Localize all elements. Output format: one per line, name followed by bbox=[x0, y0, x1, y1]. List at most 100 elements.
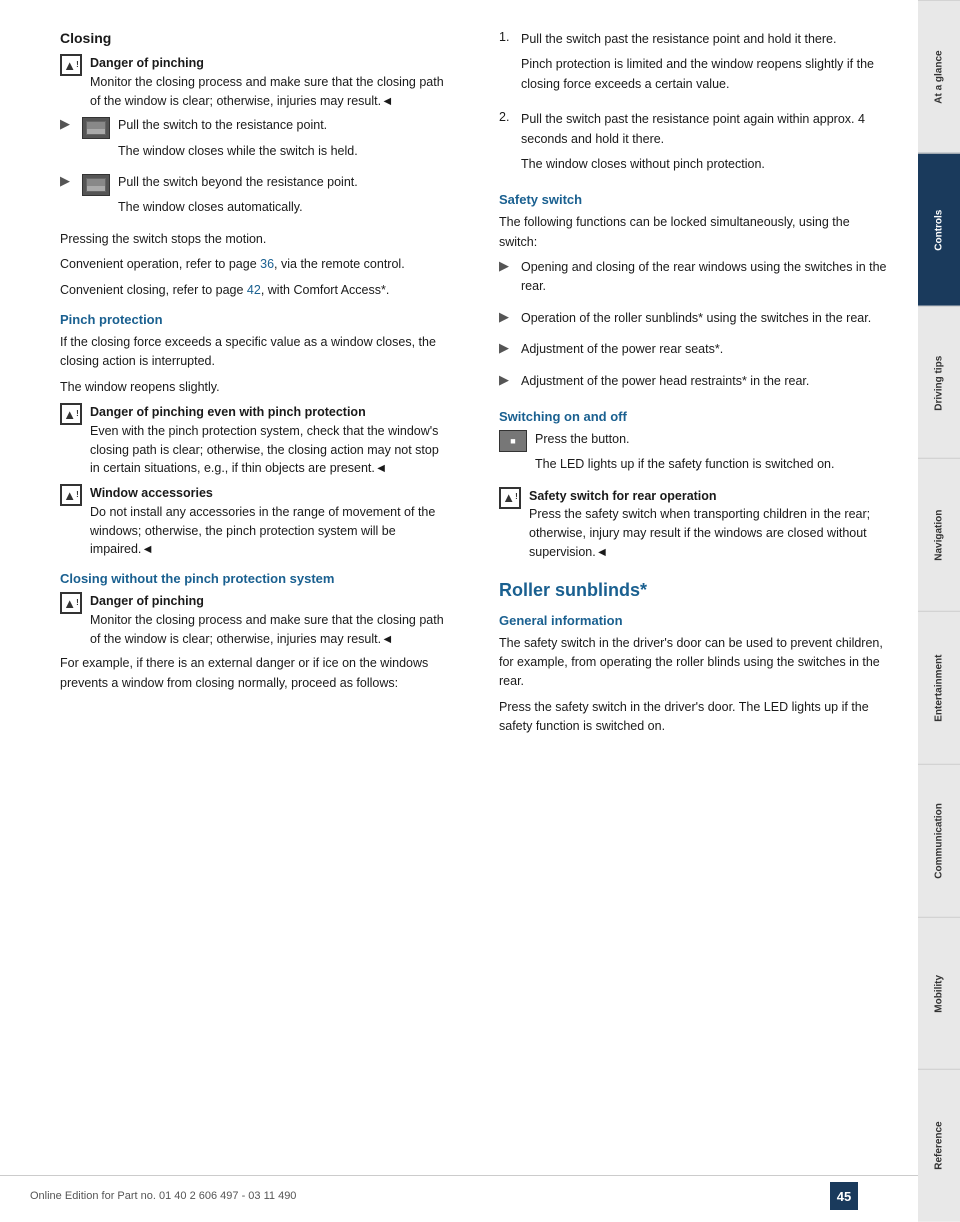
sidebar-item-entertainment[interactable]: Entertainment bbox=[918, 611, 960, 764]
page-number: 45 bbox=[830, 1182, 858, 1210]
window-switch-icon2 bbox=[82, 174, 110, 196]
window-accessories-warning: ▲! Window accessories Do not install any… bbox=[60, 484, 449, 559]
switching-title: Switching on and off bbox=[499, 409, 888, 424]
window-acc-text: Window accessories Do not install any ac… bbox=[90, 484, 449, 559]
step1-text: Pull the switch past the resistance poin… bbox=[521, 30, 888, 49]
safety-text: The following functions can be locked si… bbox=[499, 213, 888, 252]
warning-triangle-icon: ▲! bbox=[60, 54, 82, 76]
action2-text-block: Pull the switch beyond the resistance po… bbox=[118, 173, 358, 224]
window-acc-icon: ▲! bbox=[60, 484, 82, 506]
sidebar-item-controls[interactable]: Controls bbox=[918, 153, 960, 306]
action2-row: ▶ Pull the switch beyond the resistance … bbox=[60, 173, 449, 224]
action2-arrow: ▶ bbox=[60, 173, 70, 189]
switching-text2: The LED lights up if the safety function… bbox=[535, 455, 834, 474]
bullet3-arrow: ▶ bbox=[499, 340, 509, 356]
sidebar-item-communication[interactable]: Communication bbox=[918, 764, 960, 917]
roller-sunblinds-title: Roller sunblinds* bbox=[499, 580, 888, 601]
warning1-text: Danger of pinching Monitor the closing p… bbox=[90, 54, 449, 110]
sidebar-item-navigation[interactable]: Navigation bbox=[918, 458, 960, 611]
press-text: Pressing the switch stops the motion. bbox=[60, 230, 449, 249]
page-link-42[interactable]: 42 bbox=[247, 283, 261, 297]
pinch-text2: The window reopens slightly. bbox=[60, 378, 449, 397]
convenient1-text: Convenient operation, refer to page 36, … bbox=[60, 255, 449, 274]
safety-rear-body: Press the safety switch when transportin… bbox=[529, 507, 870, 559]
pinch-protection-title: Pinch protection bbox=[60, 312, 449, 327]
bullet4-text: Adjustment of the power head restraints*… bbox=[521, 372, 809, 391]
action1-row: ▶ Pull the switch to the resistance poin… bbox=[60, 116, 449, 167]
closing-without-warning-text: Danger of pinching Monitor the closing p… bbox=[90, 592, 449, 648]
switching-box: ■ Press the button. The LED lights up if… bbox=[499, 430, 888, 481]
step1-num: 1. bbox=[499, 30, 515, 100]
safety-bullet-2: ▶ Operation of the roller sunblinds* usi… bbox=[499, 309, 888, 334]
main-content: Closing ▲! Danger of pinching Monitor th… bbox=[0, 0, 918, 1222]
page-container: Closing ▲! Danger of pinching Monitor th… bbox=[0, 0, 960, 1222]
sidebar-item-at-a-glance[interactable]: At a glance bbox=[918, 0, 960, 153]
footer-text: Online Edition for Part no. 01 40 2 606 … bbox=[30, 1190, 296, 1202]
bullet4-arrow: ▶ bbox=[499, 372, 509, 388]
closing-without-warning-body: Monitor the closing process and make sur… bbox=[90, 613, 444, 646]
step2-sub: The window closes without pinch protecti… bbox=[521, 155, 888, 174]
safety-rear-text: Safety switch for rear operation Press t… bbox=[529, 487, 888, 562]
sidebar-item-driving-tips[interactable]: Driving tips bbox=[918, 306, 960, 459]
sidebar-item-mobility[interactable]: Mobility bbox=[918, 917, 960, 1070]
safety-bullet-3: ▶ Adjustment of the power rear seats*. bbox=[499, 340, 888, 365]
right-column: 1. Pull the switch past the resistance p… bbox=[489, 30, 888, 1152]
action1-sub: The window closes while the switch is he… bbox=[118, 142, 358, 161]
action1-text-block: Pull the switch to the resistance point.… bbox=[118, 116, 358, 167]
action2-sub: The window closes automatically. bbox=[118, 198, 358, 217]
bullet1-arrow: ▶ bbox=[499, 258, 509, 274]
switching-text1: Press the button. bbox=[535, 430, 834, 449]
safety-button-icon: ■ bbox=[499, 430, 527, 452]
closing-title: Closing bbox=[60, 30, 449, 46]
closing-without-warning-title: Danger of pinching bbox=[90, 594, 204, 608]
general-text1: The safety switch in the driver's door c… bbox=[499, 634, 888, 692]
safety-bullet-4: ▶ Adjustment of the power head restraint… bbox=[499, 372, 888, 397]
closing-without-icon: ▲! bbox=[60, 592, 82, 614]
step2-text: Pull the switch past the resistance poin… bbox=[521, 110, 888, 149]
two-col-layout: Closing ▲! Danger of pinching Monitor th… bbox=[60, 30, 888, 1152]
warning1-title: Danger of pinching bbox=[90, 56, 204, 70]
sidebar-item-reference[interactable]: Reference bbox=[918, 1069, 960, 1222]
closing-without-warning: ▲! Danger of pinching Monitor the closin… bbox=[60, 592, 449, 648]
page-link-36[interactable]: 36 bbox=[260, 257, 274, 271]
bullet3-text: Adjustment of the power rear seats*. bbox=[521, 340, 723, 359]
window-acc-body: Do not install any accessories in the ra… bbox=[90, 505, 435, 557]
action1-text: Pull the switch to the resistance point. bbox=[118, 116, 358, 135]
general-info-title: General information bbox=[499, 613, 888, 628]
danger-pinching-warning: ▲! Danger of pinching Monitor the closin… bbox=[60, 54, 449, 110]
step1-text-block: Pull the switch past the resistance poin… bbox=[521, 30, 888, 100]
safety-bullet-1: ▶ Opening and closing of the rear window… bbox=[499, 258, 888, 303]
safety-rear-title: Safety switch for rear operation bbox=[529, 489, 717, 503]
pinch-text1: If the closing force exceeds a specific … bbox=[60, 333, 449, 372]
action2-text: Pull the switch beyond the resistance po… bbox=[118, 173, 358, 192]
pinch-warning-body: Even with the pinch protection system, c… bbox=[90, 424, 439, 476]
left-column: Closing ▲! Danger of pinching Monitor th… bbox=[60, 30, 459, 1152]
closing-without-text: For example, if there is an external dan… bbox=[60, 654, 449, 693]
roller-section: Roller sunblinds* General information Th… bbox=[499, 580, 888, 737]
convenient2-text: Convenient closing, refer to page 42, wi… bbox=[60, 281, 449, 300]
step1-sub: Pinch protection is limited and the wind… bbox=[521, 55, 888, 94]
bullet1-text: Opening and closing of the rear windows … bbox=[521, 258, 888, 297]
step2: 2. Pull the switch past the resistance p… bbox=[499, 110, 888, 180]
sidebar: At a glance Controls Driving tips Naviga… bbox=[918, 0, 960, 1222]
warning1-body: Monitor the closing process and make sur… bbox=[90, 75, 444, 108]
pinch-warning-text: Danger of pinching even with pinch prote… bbox=[90, 403, 449, 478]
pinch-danger-warning: ▲! Danger of pinching even with pinch pr… bbox=[60, 403, 449, 478]
page-footer: Online Edition for Part no. 01 40 2 606 … bbox=[0, 1175, 918, 1210]
bullet2-text: Operation of the roller sunblinds* using… bbox=[521, 309, 871, 328]
pinch-warning-icon: ▲! bbox=[60, 403, 82, 425]
step2-num: 2. bbox=[499, 110, 515, 180]
switching-text-block: Press the button. The LED lights up if t… bbox=[535, 430, 834, 481]
pinch-warning-title: Danger of pinching even with pinch prote… bbox=[90, 405, 366, 419]
safety-switch-title: Safety switch bbox=[499, 192, 888, 207]
safety-rear-icon: ▲! bbox=[499, 487, 521, 509]
general-text2: Press the safety switch in the driver's … bbox=[499, 698, 888, 737]
bullet2-arrow: ▶ bbox=[499, 309, 509, 325]
window-acc-title: Window accessories bbox=[90, 486, 213, 500]
closing-without-title: Closing without the pinch protection sys… bbox=[60, 571, 449, 586]
step1: 1. Pull the switch past the resistance p… bbox=[499, 30, 888, 100]
safety-rear-warning: ▲! Safety switch for rear operation Pres… bbox=[499, 487, 888, 562]
action1-arrow: ▶ bbox=[60, 116, 70, 132]
step2-text-block: Pull the switch past the resistance poin… bbox=[521, 110, 888, 180]
window-switch-icon1 bbox=[82, 117, 110, 139]
